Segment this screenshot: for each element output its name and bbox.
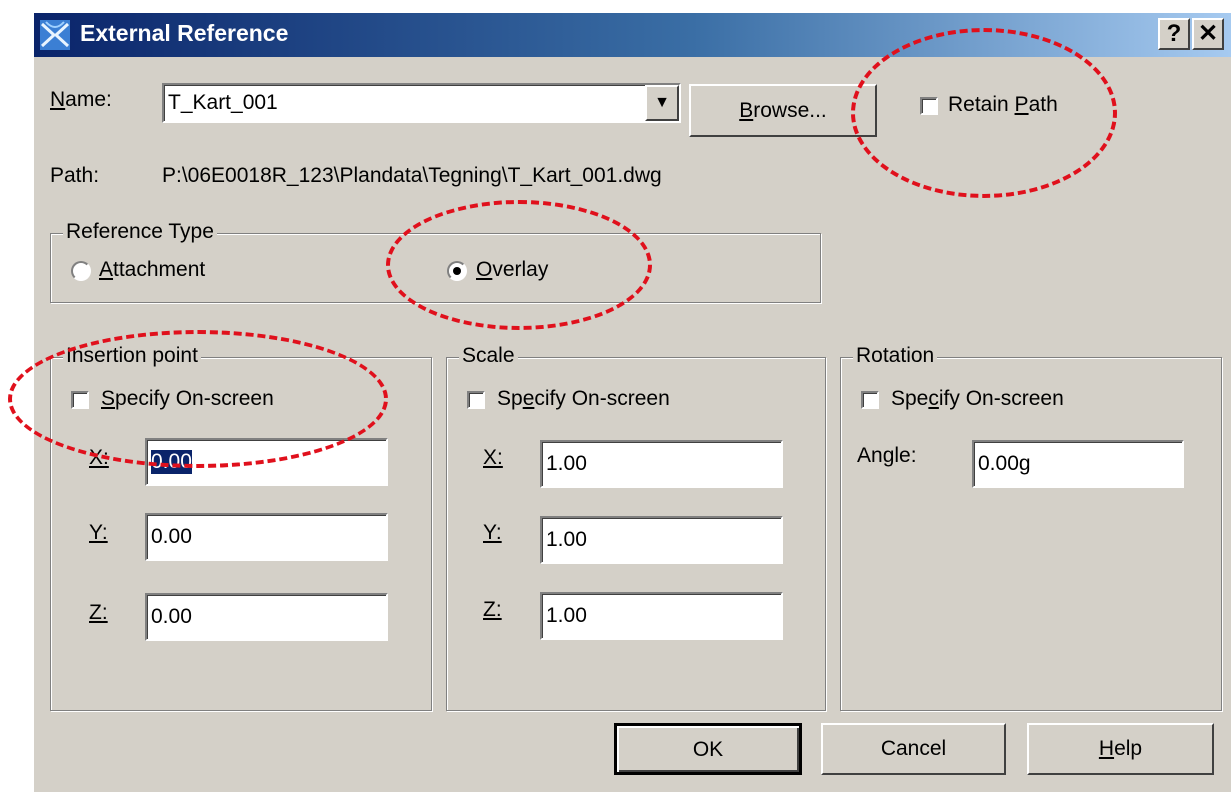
angle-input[interactable]: 0.00g (972, 440, 1184, 488)
help-button[interactable]: Help (1027, 723, 1214, 775)
rotation-specify-checkbox[interactable] (861, 391, 879, 409)
insertion-z-value: 0.00 (151, 605, 192, 628)
scale-x-label: X: (483, 446, 503, 469)
name-value: T_Kart_001 (168, 91, 278, 114)
angle-label: Angle: (857, 444, 917, 467)
close-icon[interactable]: ✕ (1192, 18, 1224, 50)
scale-y-value: 1.00 (546, 528, 587, 551)
reference-type-title: Reference Type (63, 220, 217, 244)
insertion-y-value: 0.00 (151, 525, 192, 548)
insertion-z-input[interactable]: 0.00 (145, 593, 388, 641)
scale-z-input[interactable]: 1.00 (540, 592, 783, 640)
scale-x-value: 1.00 (546, 452, 587, 475)
scale-specify-checkbox[interactable] (467, 391, 485, 409)
insertion-y-input[interactable]: 0.00 (145, 513, 388, 561)
cancel-button[interactable]: Cancel (821, 723, 1006, 775)
path-label: Path: (50, 164, 100, 187)
scale-y-input[interactable]: 1.00 (540, 516, 783, 564)
scale-specify-label: Specify On-screen (497, 387, 670, 410)
app-icon (40, 20, 70, 50)
annotation-ellipse-overlay (386, 200, 652, 330)
name-combobox[interactable]: T_Kart_001 ▼ (162, 83, 681, 123)
scale-group: Scale Specify On-screen X: 1.00 Y: 1.00 … (446, 344, 826, 711)
attachment-label: Attachment (99, 258, 206, 281)
scale-y-label: Y: (483, 521, 502, 544)
scale-z-label: Z: (483, 598, 502, 621)
scale-title: Scale (459, 344, 518, 368)
insertion-z-label: Z: (89, 601, 108, 624)
annotation-ellipse-retain-path (851, 28, 1117, 198)
attachment-radio[interactable] (71, 261, 91, 281)
help-icon[interactable]: ? (1158, 18, 1190, 50)
path-value: P:\06E0018R_123\Plandata\Tegning\T_Kart_… (162, 164, 662, 187)
insertion-y-label: Y: (89, 521, 108, 544)
angle-value: 0.00g (978, 452, 1031, 475)
scale-x-input[interactable]: 1.00 (540, 440, 783, 488)
browse-button[interactable]: Browse... (689, 84, 877, 137)
rotation-group: Rotation Specify On-screen Angle: 0.00g (840, 344, 1222, 711)
scale-z-value: 1.00 (546, 604, 587, 627)
name-label: Name: (50, 88, 112, 111)
rotation-specify-label: Specify On-screen (891, 387, 1064, 410)
rotation-title: Rotation (853, 344, 938, 368)
annotation-ellipse-insertion (8, 330, 388, 468)
chevron-down-icon[interactable]: ▼ (645, 85, 679, 121)
ok-button[interactable]: OK (614, 723, 802, 775)
window-title: External Reference (80, 20, 289, 46)
